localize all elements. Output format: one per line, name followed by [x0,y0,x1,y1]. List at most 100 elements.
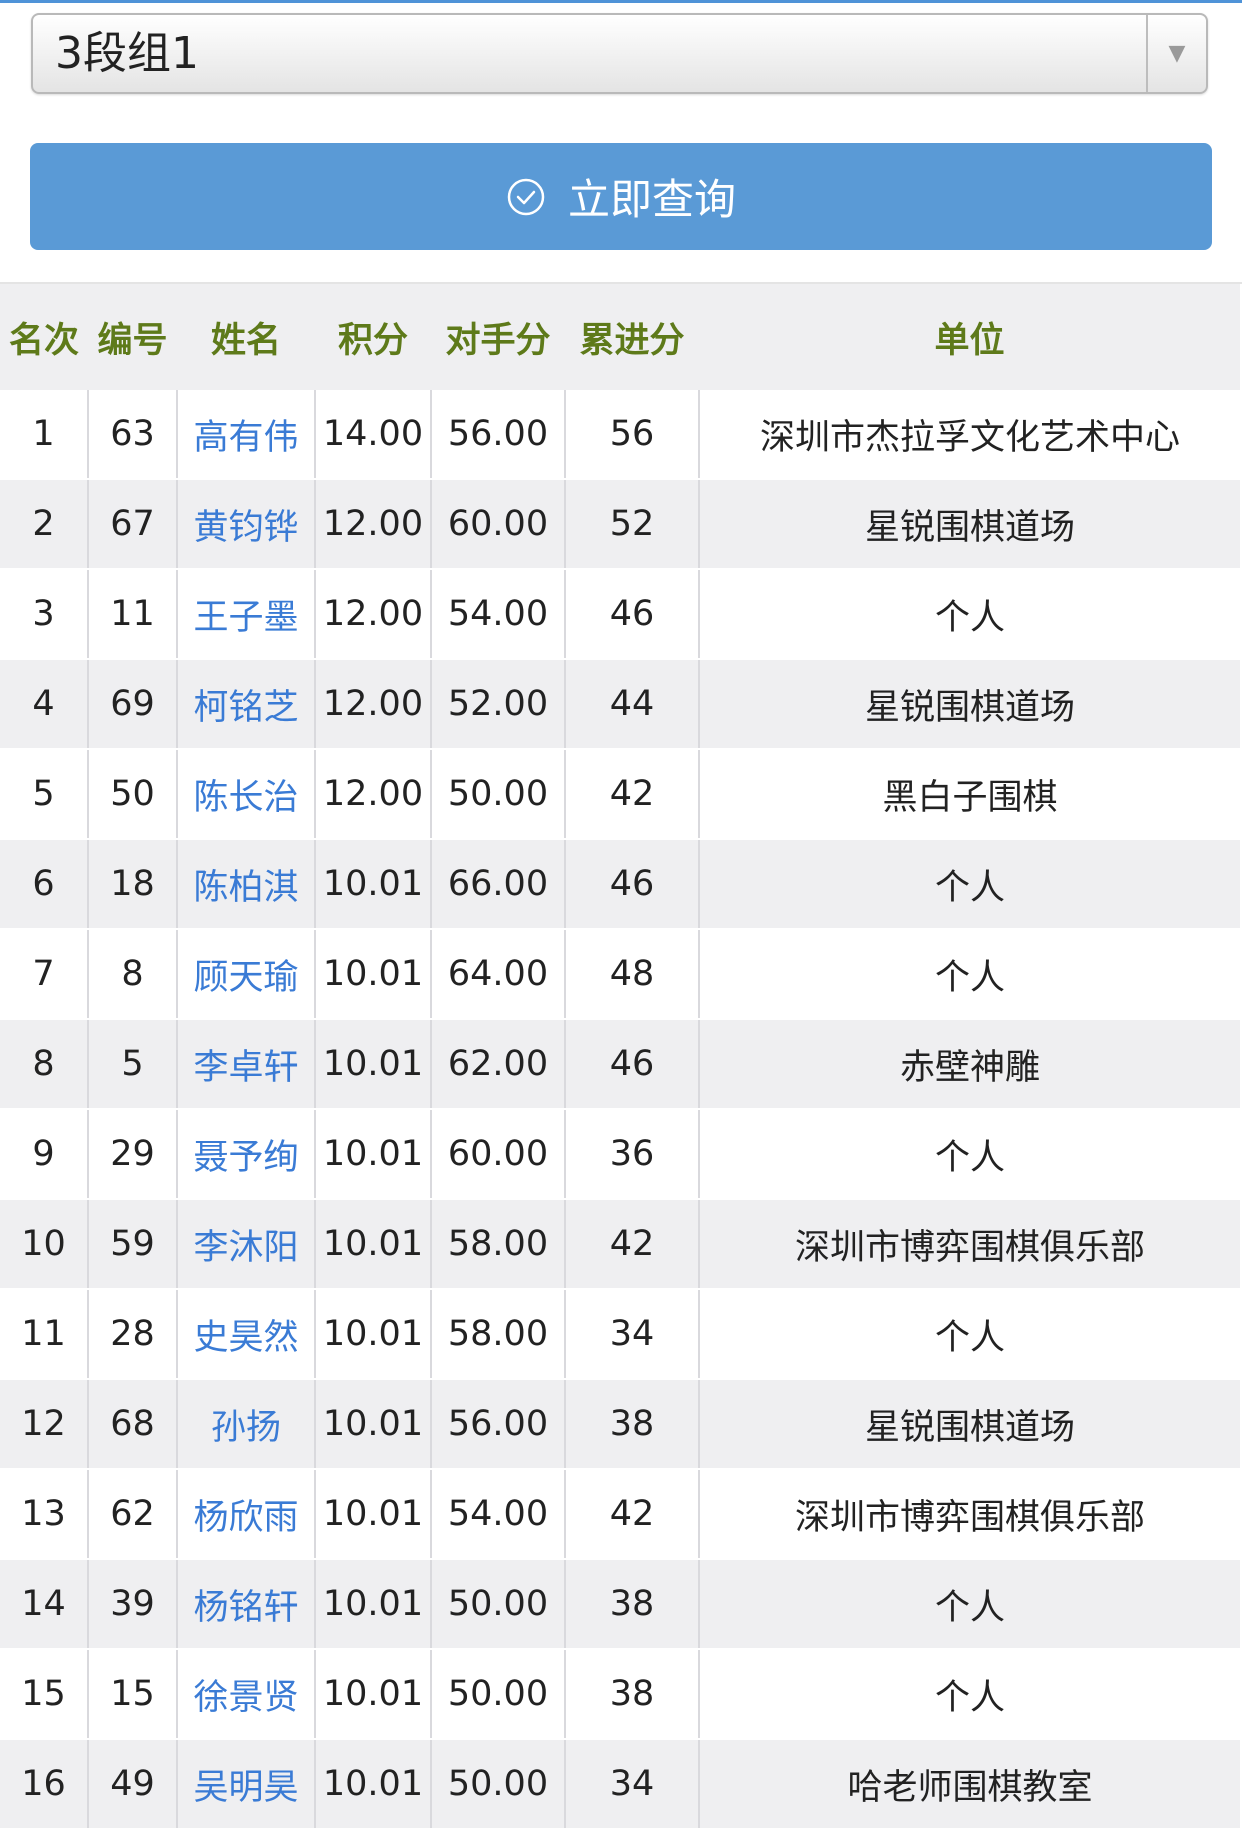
cell-rank: 10 [0,1199,89,1290]
table-row: 4 69 柯铭芝 12.00 52.00 44 星锐围棋道场 [0,659,1240,750]
group-select-value: 3段组1 [55,28,199,79]
cell-score: 10.01 [315,1739,432,1830]
cell-unit: 个人 [699,569,1240,660]
cell-progressive-score: 38 [565,1379,700,1470]
cell-unit: 黑白子围棋 [699,749,1240,840]
player-name-link[interactable]: 史昊然 [177,1289,316,1380]
cell-opponent-score: 50.00 [431,1559,566,1650]
cell-opponent-score: 64.00 [431,929,566,1020]
cell-rank: 8 [0,1019,89,1110]
cell-unit: 星锐围棋道场 [699,479,1240,570]
cell-opponent-score: 56.00 [431,390,566,480]
cell-player-id: 29 [88,1109,178,1200]
cell-progressive-score: 42 [565,749,700,840]
column-header-opponent-score: 对手分 [431,284,565,390]
cell-opponent-score: 56.00 [431,1379,566,1470]
query-button-label: 立即查询 [567,175,736,224]
cell-progressive-score: 36 [565,1109,700,1200]
player-name-link[interactable]: 杨欣雨 [177,1469,316,1560]
column-header-unit: 单位 [699,284,1240,390]
cell-opponent-score: 54.00 [431,569,566,660]
column-header-rank: 名次 [0,284,88,390]
cell-rank: 15 [0,1649,89,1740]
player-name-link[interactable]: 吴明昊 [177,1739,316,1830]
player-name-link[interactable]: 高有伟 [177,390,316,480]
cell-opponent-score: 52.00 [431,659,566,750]
cell-score: 10.01 [315,1469,432,1560]
cell-player-id: 15 [88,1649,178,1740]
cell-score: 12.00 [315,479,432,570]
cell-opponent-score: 50.00 [431,749,566,840]
column-header-score: 积分 [315,284,431,390]
cell-progressive-score: 46 [565,839,700,930]
player-name-link[interactable]: 聂予绚 [177,1109,316,1200]
player-name-link[interactable]: 陈长治 [177,749,316,840]
ranking-table: 名次 编号 姓名 积分 对手分 累进分 单位 1 63 高有伟 14.00 56.00 5… [0,284,1240,1830]
cell-opponent-score: 58.00 [431,1199,566,1290]
table-row: 7 8 顾天瑜 10.01 64.00 48 个人 [0,929,1240,1020]
cell-rank: 12 [0,1379,89,1470]
player-name-link[interactable]: 孙扬 [177,1379,316,1470]
cell-player-id: 18 [88,839,178,930]
dropdown-toggle[interactable]: ▼ [1146,15,1206,92]
cell-player-id: 28 [88,1289,178,1380]
column-header-id: 编号 [88,284,177,390]
cell-progressive-score: 44 [565,659,700,750]
cell-player-id: 49 [88,1739,178,1830]
cell-player-id: 62 [88,1469,178,1560]
cell-player-id: 69 [88,659,178,750]
table-row: 6 18 陈柏淇 10.01 66.00 46 个人 [0,839,1240,930]
cell-rank: 2 [0,479,89,570]
player-name-link[interactable]: 柯铭芝 [177,659,316,750]
table-row: 14 39 杨铭轩 10.01 50.00 38 个人 [0,1559,1240,1650]
cell-progressive-score: 38 [565,1559,700,1650]
column-header-progressive-score: 累进分 [565,284,699,390]
cell-rank: 7 [0,929,89,1020]
cell-progressive-score: 46 [565,1019,700,1110]
cell-score: 10.01 [315,1019,432,1110]
cell-rank: 3 [0,569,89,660]
cell-unit: 个人 [699,839,1240,930]
cell-score: 10.01 [315,1109,432,1200]
cell-opponent-score: 50.00 [431,1739,566,1830]
player-name-link[interactable]: 黄钧铧 [177,479,316,570]
cell-opponent-score: 66.00 [431,839,566,930]
player-name-link[interactable]: 顾天瑜 [177,929,316,1020]
player-name-link[interactable]: 陈柏淇 [177,839,316,930]
cell-unit: 个人 [699,1109,1240,1200]
group-select[interactable]: 3段组1 ▼ [31,13,1208,94]
cell-rank: 16 [0,1739,89,1830]
table-row: 5 50 陈长治 12.00 50.00 42 黑白子围棋 [0,749,1240,840]
cell-progressive-score: 52 [565,479,700,570]
cell-rank: 5 [0,749,89,840]
cell-opponent-score: 50.00 [431,1649,566,1740]
player-name-link[interactable]: 王子墨 [177,569,316,660]
cell-unit: 个人 [699,1649,1240,1740]
cell-player-id: 59 [88,1199,178,1290]
query-button[interactable]: 立即查询 [30,143,1212,250]
cell-score: 14.00 [315,390,432,480]
cell-rank: 1 [0,390,89,480]
cell-score: 10.01 [315,1649,432,1740]
cell-progressive-score: 42 [565,1199,700,1290]
cell-player-id: 5 [88,1019,178,1110]
cell-score: 12.00 [315,659,432,750]
cell-progressive-score: 34 [565,1739,700,1830]
table-row: 13 62 杨欣雨 10.01 54.00 42 深圳市博弈围棋俱乐部 [0,1469,1240,1560]
cell-player-id: 39 [88,1559,178,1650]
cell-score: 10.01 [315,1199,432,1290]
cell-rank: 13 [0,1469,89,1560]
player-name-link[interactable]: 徐景贤 [177,1649,316,1740]
player-name-link[interactable]: 杨铭轩 [177,1559,316,1650]
cell-score: 12.00 [315,569,432,660]
cell-unit: 个人 [699,1559,1240,1650]
cell-score: 10.01 [315,1559,432,1650]
cell-unit: 星锐围棋道场 [699,1379,1240,1470]
table-row: 8 5 李卓轩 10.01 62.00 46 赤壁神雕 [0,1019,1240,1110]
cell-score: 10.01 [315,929,432,1020]
player-name-link[interactable]: 李卓轩 [177,1019,316,1110]
player-name-link[interactable]: 李沐阳 [177,1199,316,1290]
table-row: 3 11 王子墨 12.00 54.00 46 个人 [0,569,1240,660]
cell-player-id: 8 [88,929,178,1020]
cell-unit: 个人 [699,929,1240,1020]
